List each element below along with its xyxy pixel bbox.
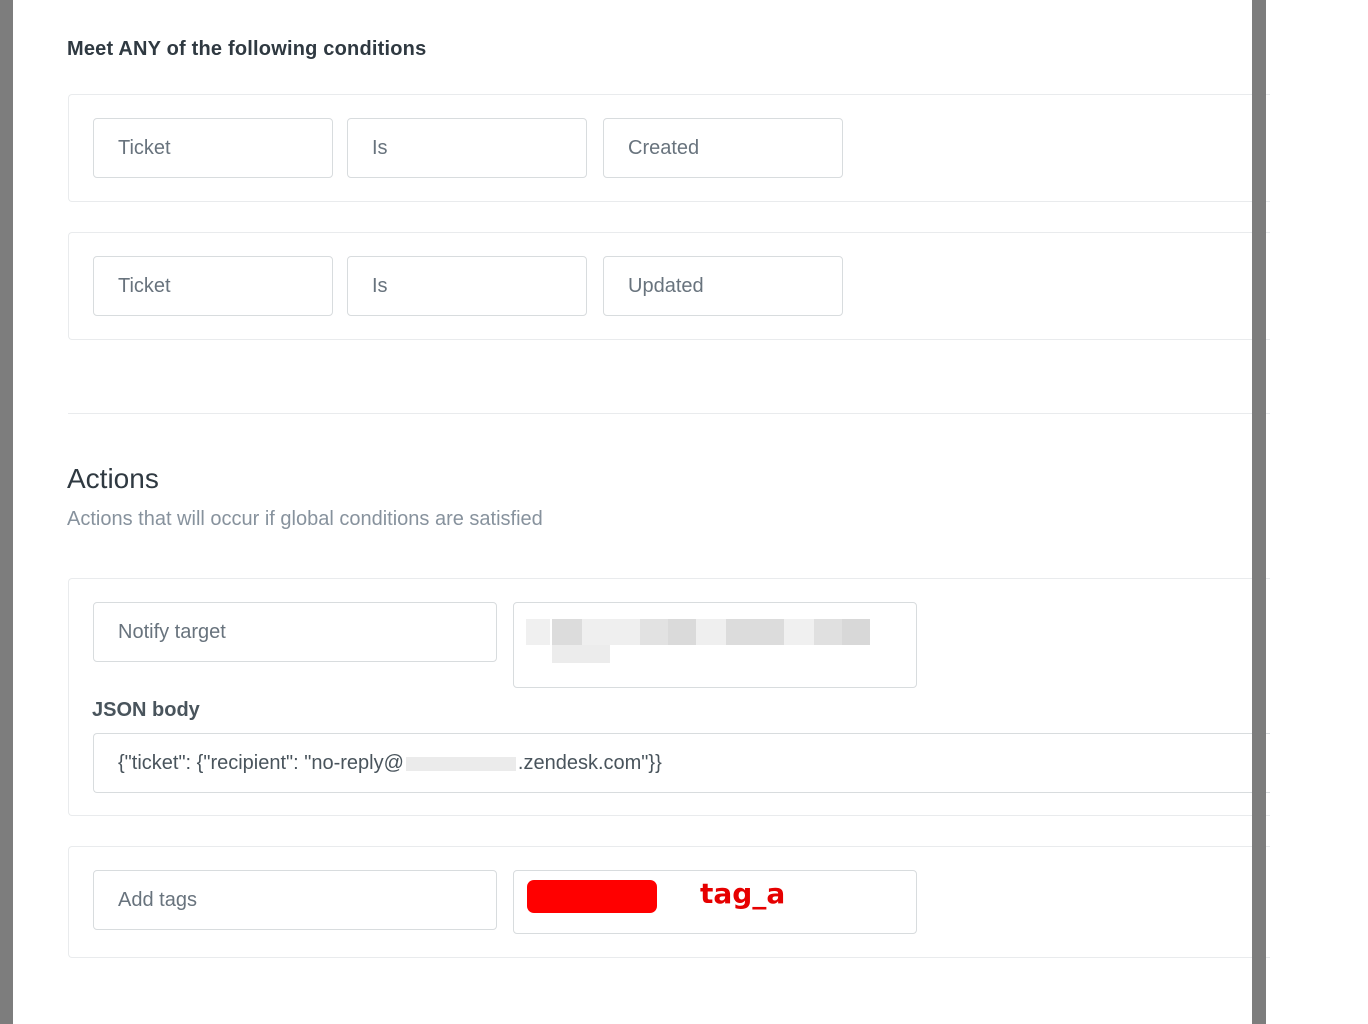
action-type-select[interactable]: Add tags — [93, 870, 497, 930]
condition-operator-select[interactable]: Is — [347, 256, 587, 316]
action-row-notify: Notify target JSON body {"ticket": {"rec… — [68, 578, 1270, 816]
json-body-label: JSON body — [92, 699, 200, 721]
target-select-redacted[interactable] — [513, 602, 917, 688]
action-row-tags: Add tags tag_a — [68, 846, 1270, 958]
tag-value: tag_a — [700, 877, 786, 910]
json-body-prefix: {"ticket": {"recipient": "no-reply@ — [118, 752, 404, 774]
condition-operator-select[interactable]: Is — [347, 118, 587, 178]
tags-input[interactable]: tag_a — [513, 870, 917, 934]
left-window-edge — [0, 0, 17, 1024]
actions-title: Actions — [67, 463, 159, 494]
redacted-tag — [527, 880, 657, 913]
redacted-subdomain — [405, 756, 516, 771]
condition-value-select[interactable]: Updated — [603, 256, 843, 316]
json-body-input[interactable]: {"ticket": {"recipient": "no-reply@ .zend… — [93, 733, 1270, 793]
condition-row: Ticket Is Created — [68, 94, 1270, 202]
condition-field-select[interactable]: Ticket — [93, 256, 333, 316]
condition-row: Ticket Is Updated — [68, 232, 1270, 340]
condition-value-select[interactable]: Created — [603, 118, 843, 178]
condition-field-select[interactable]: Ticket — [93, 118, 333, 178]
json-body-suffix: .zendesk.com"}} — [517, 752, 662, 774]
right-window-edge — [1252, 0, 1266, 1024]
actions-description: Actions that will occur if global condit… — [67, 508, 543, 530]
trigger-editor: Meet ANY of the following conditions Tic… — [17, 0, 1270, 1024]
action-type-select[interactable]: Notify target — [93, 602, 497, 662]
section-divider — [68, 413, 1270, 414]
conditions-heading: Meet ANY of the following conditions — [67, 38, 427, 60]
